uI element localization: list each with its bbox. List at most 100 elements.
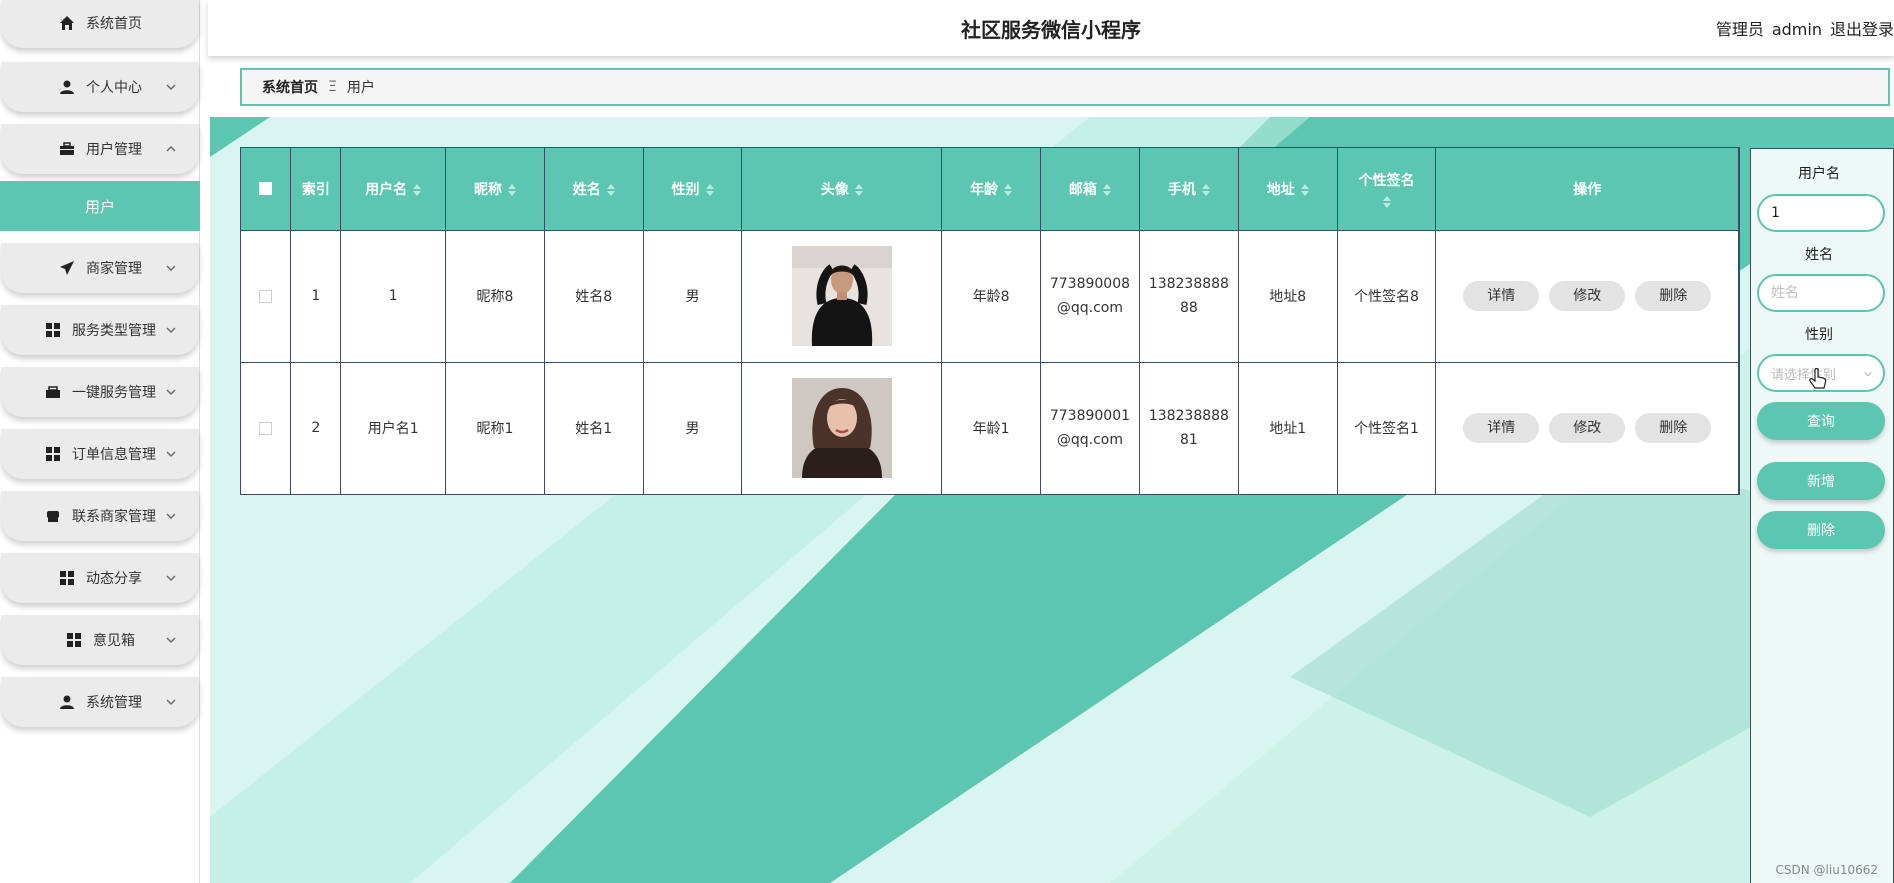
sidebar-item-label: 系统管理: [86, 695, 142, 711]
chevron-down-icon: [166, 637, 176, 643]
email-line: @qq.com: [1056, 432, 1123, 449]
sidebar-item-personal[interactable]: 个人中心: [1, 62, 199, 112]
cell-signature: 个性签名8: [1337, 229, 1437, 362]
sort-icon[interactable]: [1382, 195, 1391, 208]
avatar-image[interactable]: [791, 378, 892, 479]
header-name[interactable]: 姓名: [544, 148, 644, 230]
email-line: 773890008: [1049, 276, 1131, 292]
sidebar-item-user-management[interactable]: 用户管理: [1, 124, 199, 174]
sort-icon[interactable]: [854, 183, 863, 196]
grid-icon: [58, 569, 76, 587]
username-label: 用户名: [1798, 166, 1840, 182]
chevron-down-icon: [1864, 371, 1872, 377]
email-line: @qq.com: [1056, 300, 1123, 316]
sort-icon[interactable]: [507, 183, 516, 196]
gender-label: 性别: [1805, 327, 1833, 343]
avatar-image[interactable]: [791, 246, 892, 346]
username-input[interactable]: [1757, 194, 1885, 232]
breadcrumb: 系统首页 Ξ 用户: [240, 68, 1890, 106]
header-avatar[interactable]: 头像: [741, 148, 943, 230]
cell-gender: 男: [643, 361, 743, 494]
sidebar-item-label: 商家管理: [86, 261, 142, 277]
batch-delete-button[interactable]: 删除: [1757, 511, 1885, 549]
chevron-down-icon: [166, 575, 176, 581]
search-panel: 用户名 姓名 性别 请选择性别 查询 新增 删除: [1750, 148, 1894, 883]
email-line: 773890001: [1049, 408, 1131, 425]
user-icon: [58, 78, 76, 96]
header-nickname[interactable]: 昵称: [445, 148, 545, 230]
sidebar-item-label: 订单信息管理: [72, 447, 156, 463]
cell-phone: 138238888 88: [1139, 229, 1239, 362]
sidebar-item-feedback[interactable]: 意见箱: [1, 615, 199, 665]
header-address[interactable]: 地址: [1238, 148, 1338, 230]
row-checkbox[interactable]: [259, 289, 273, 303]
edit-button[interactable]: 修改: [1549, 281, 1626, 311]
store-icon: [44, 507, 62, 525]
header-label: 邮箱: [1068, 181, 1097, 198]
user-info: 管理员 admin 退出登录: [1708, 16, 1894, 40]
query-button[interactable]: 查询: [1757, 402, 1885, 440]
header-phone[interactable]: 手机: [1139, 148, 1239, 230]
edit-button[interactable]: 修改: [1549, 413, 1626, 444]
sidebar-item-contact-merchant[interactable]: 联系商家管理: [1, 491, 199, 541]
row-select-cell[interactable]: [241, 229, 292, 362]
breadcrumb-home[interactable]: 系统首页: [262, 77, 318, 97]
add-button[interactable]: 新增: [1757, 462, 1885, 500]
chevron-down-icon: [166, 699, 176, 705]
sidebar-item-label: 个人中心: [86, 80, 142, 96]
toolbox-icon: [44, 383, 62, 401]
sidebar-item-service-type[interactable]: 服务类型管理: [1, 305, 199, 355]
sidebar-subitem-user[interactable]: 用户: [0, 181, 200, 231]
name-input[interactable]: [1757, 274, 1885, 312]
sort-icon[interactable]: [1102, 183, 1111, 196]
cell-index: 2: [290, 361, 342, 494]
chevron-down-icon: [166, 84, 176, 90]
header-actions: 操作: [1435, 148, 1739, 230]
chevron-up-icon: [166, 146, 176, 152]
sidebar: 系统首页 个人中心 用户管理 用户 商家管理 服务类型管理 一键服务管理 订单信…: [0, 0, 200, 883]
detail-button[interactable]: 详情: [1463, 281, 1540, 311]
sidebar-item-merchant[interactable]: 商家管理: [1, 243, 199, 293]
header-index: 索引: [290, 148, 342, 230]
sidebar-item-one-click-service[interactable]: 一键服务管理: [1, 367, 199, 417]
sort-icon[interactable]: [606, 183, 615, 196]
sort-icon[interactable]: [1004, 183, 1013, 196]
delete-button[interactable]: 删除: [1635, 281, 1712, 311]
cell-actions: 详情 修改 删除: [1435, 229, 1739, 362]
header-username[interactable]: 用户名: [340, 148, 447, 230]
header-signature[interactable]: 个性签名: [1337, 148, 1437, 230]
table-row: 2 用户名1 昵称1 姓名1 男 年龄1 773890001 @qq.com 1…: [241, 361, 1739, 494]
phone-line: 138238888: [1148, 276, 1229, 292]
select-all-cell[interactable]: [241, 148, 292, 230]
chevron-down-icon: [166, 265, 176, 271]
cell-avatar: [741, 229, 943, 362]
sort-icon[interactable]: [413, 183, 422, 196]
phone-line: 138238888: [1148, 408, 1229, 425]
logout-link[interactable]: 退出登录: [1830, 20, 1894, 39]
header-email[interactable]: 邮箱: [1040, 148, 1140, 230]
detail-button[interactable]: 详情: [1463, 413, 1540, 444]
header-age[interactable]: 年龄: [941, 148, 1041, 230]
cell-nickname: 昵称1: [445, 361, 545, 494]
sort-icon[interactable]: [705, 183, 714, 196]
grid-icon: [44, 445, 62, 463]
header-label: 年龄: [970, 181, 999, 198]
delete-button[interactable]: 删除: [1635, 413, 1712, 444]
sidebar-item-label: 联系商家管理: [72, 509, 156, 525]
user-role: 管理员: [1715, 20, 1764, 39]
header-label: 姓名: [572, 181, 601, 198]
gender-select[interactable]: 请选择性别: [1757, 354, 1885, 392]
sidebar-item-label: 用户管理: [86, 142, 142, 158]
cell-name: 姓名1: [544, 361, 644, 494]
sidebar-item-orders[interactable]: 订单信息管理: [1, 429, 199, 479]
sort-icon[interactable]: [1300, 183, 1309, 196]
select-all-checkbox[interactable]: [259, 182, 273, 196]
header-gender[interactable]: 性别: [643, 148, 743, 230]
row-select-cell[interactable]: [241, 361, 292, 494]
sidebar-item-home[interactable]: 系统首页: [1, 0, 199, 48]
cursor-hand-icon: [1809, 368, 1827, 389]
row-checkbox[interactable]: [259, 421, 273, 435]
sort-icon[interactable]: [1201, 183, 1210, 196]
sidebar-item-system[interactable]: 系统管理: [1, 677, 199, 727]
sidebar-item-sharing[interactable]: 动态分享: [1, 553, 199, 603]
